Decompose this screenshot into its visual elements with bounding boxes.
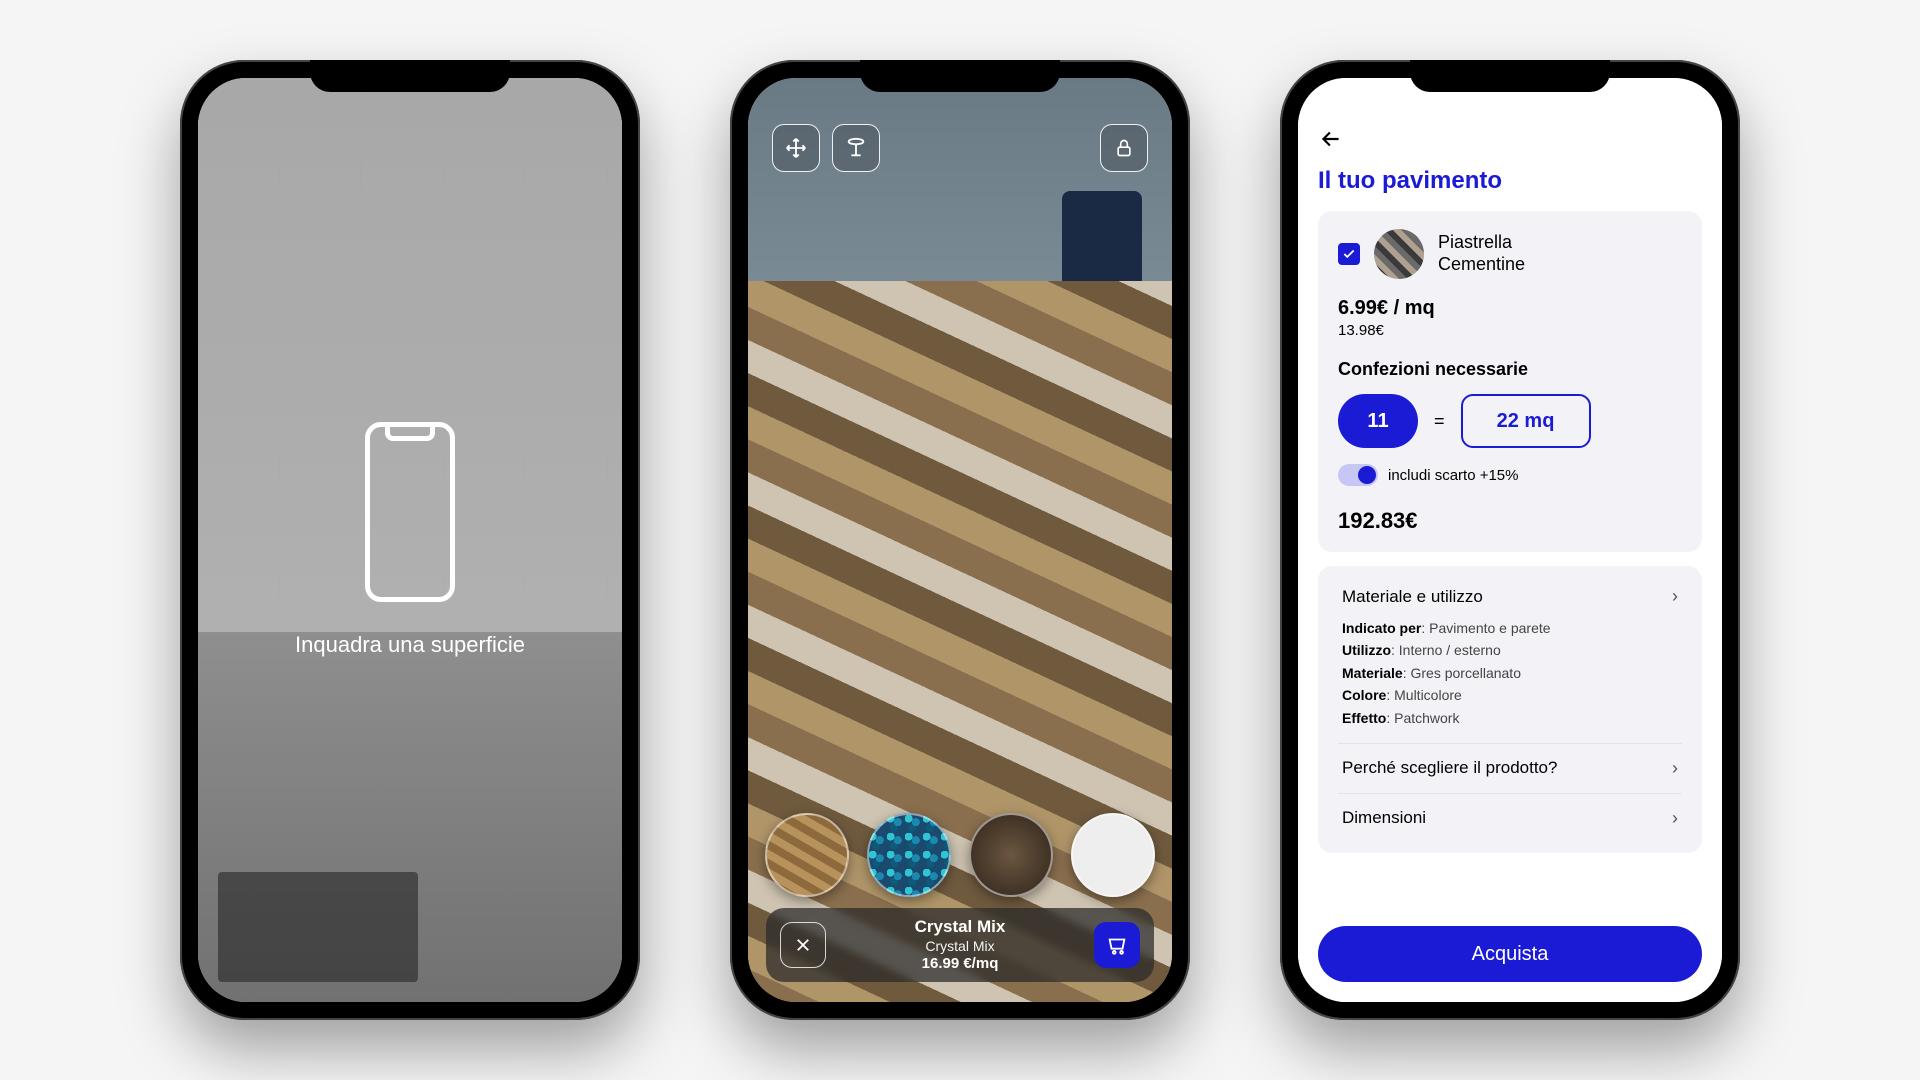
phone-mockup-2: Crystal Mix Crystal Mix 16.99 €/mq (730, 60, 1190, 1020)
chevron-right-icon: › (1672, 808, 1678, 829)
buy-button[interactable]: Acquista (1318, 926, 1702, 982)
section-why-title: Perché scegliere il prodotto? (1342, 758, 1557, 778)
ar-toolbar (748, 124, 1172, 172)
phone-outline-icon (365, 422, 455, 602)
product-subtitle: Crystal Mix (840, 938, 1080, 956)
lock-tool-button[interactable] (1100, 124, 1148, 172)
product-name: Crystal Mix (840, 916, 1080, 937)
section-why-choose[interactable]: Perché scegliere il prodotto? › (1338, 744, 1682, 794)
close-icon (794, 936, 812, 954)
page-title: Il tuo pavimento (1318, 167, 1702, 195)
product-info: Crystal Mix Crystal Mix 16.99 €/mq (840, 916, 1080, 974)
move-tool-button[interactable] (772, 124, 820, 172)
area-field[interactable]: 22 mq (1461, 394, 1591, 448)
move-icon (785, 137, 807, 159)
table-icon (845, 137, 867, 159)
chevron-right-icon: › (1672, 758, 1678, 779)
swatch-crystal-mix[interactable] (867, 813, 951, 897)
height-tool-button[interactable] (832, 124, 880, 172)
section-material-title: Materiale e utilizzo (1342, 587, 1483, 607)
waste-toggle-label: includi scarto +15% (1388, 467, 1519, 484)
screen-ar-onboarding: Inquadra una superficie (198, 78, 622, 1002)
packs-row: 11 = 22 mq (1338, 394, 1682, 448)
total-price: 192.83€ (1338, 508, 1682, 534)
ar-overlay: Inquadra una superficie (198, 78, 622, 1002)
arrow-left-icon (1318, 126, 1344, 152)
swatch-dark-marble[interactable] (969, 813, 1053, 897)
details-card: Materiale e utilizzo › Indicato per: Pav… (1318, 566, 1702, 853)
check-icon (1342, 247, 1356, 261)
section-dim-title: Dimensioni (1342, 808, 1426, 828)
back-button[interactable] (1318, 126, 1702, 159)
packs-label: Confezioni necessarie (1338, 359, 1682, 380)
section-material[interactable]: Materiale e utilizzo › Indicato per: Pav… (1338, 572, 1682, 744)
price-per-pack: 13.98€ (1338, 322, 1682, 339)
swatch-white[interactable] (1071, 813, 1155, 897)
notch (1410, 60, 1610, 92)
phone-mockup-1: Inquadra una superficie (180, 60, 640, 1020)
section-material-body: Indicato per: Pavimento e parete Utilizz… (1342, 617, 1678, 729)
equals-sign: = (1434, 411, 1445, 432)
section-dimensions[interactable]: Dimensioni › (1338, 794, 1682, 843)
notch (310, 60, 510, 92)
camera-background-bag (1062, 191, 1142, 281)
ar-instruction-text: Inquadra una superficie (295, 632, 525, 658)
waste-toggle-row: includi scarto +15% (1338, 464, 1682, 486)
waste-toggle[interactable] (1338, 464, 1378, 486)
notch (860, 60, 1060, 92)
add-to-cart-button[interactable] (1094, 922, 1140, 968)
product-name: Piastrella Cementine (1438, 232, 1525, 275)
cart-icon (1106, 934, 1128, 956)
swatch-wood[interactable] (765, 813, 849, 897)
phone-mockup-3: Il tuo pavimento Piastrella Cementine 6.… (1280, 60, 1740, 1020)
select-product-checkbox[interactable] (1338, 243, 1360, 265)
quantity-pill[interactable]: 11 (1338, 394, 1418, 448)
close-button[interactable] (780, 922, 826, 968)
price-per-mq: 6.99€ / mq (1338, 297, 1682, 320)
camera-background-wall (748, 78, 1172, 281)
product-thumbnail (1374, 229, 1424, 279)
product-summary-card: Piastrella Cementine 6.99€ / mq 13.98€ C… (1318, 211, 1702, 552)
product-price: 16.99 €/mq (840, 955, 1080, 974)
product-bottom-bar: Crystal Mix Crystal Mix 16.99 €/mq (766, 908, 1154, 982)
lock-icon (1114, 138, 1134, 158)
chevron-right-icon: › (1672, 586, 1678, 607)
texture-swatch-bar (748, 813, 1172, 897)
screen-ar-preview: Crystal Mix Crystal Mix 16.99 €/mq (748, 78, 1172, 1002)
screen-checkout: Il tuo pavimento Piastrella Cementine 6.… (1298, 78, 1722, 1002)
